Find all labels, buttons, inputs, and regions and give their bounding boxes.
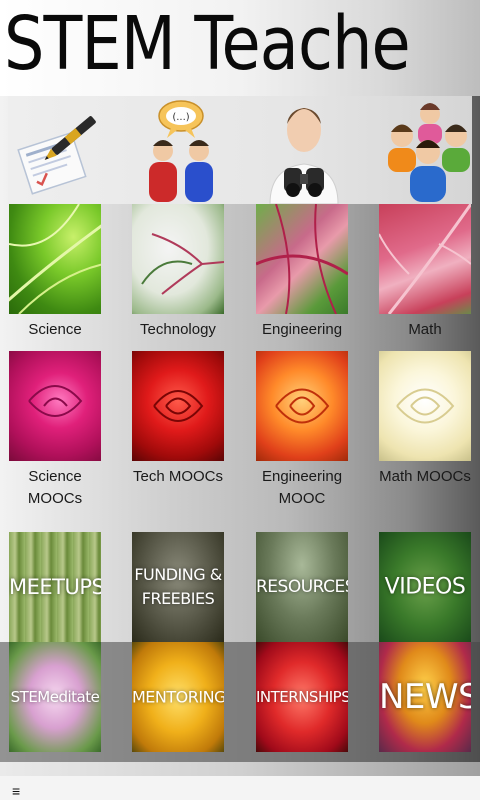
palm-image: RESOURCES [256, 532, 348, 642]
bottom-strip [0, 762, 480, 776]
icons-row: (...) [8, 96, 472, 205]
tile-resources[interactable]: RESOURCES [256, 532, 348, 642]
mooc-label: Math MOOCs [379, 468, 471, 485]
page-title: STEM Teachers [4, 1, 410, 87]
hamburger-menu-icon[interactable]: ≡ [12, 784, 20, 798]
funding-freebies-label: FUNDING & FREEBIES [134, 565, 222, 608]
bottom-bar: ≡ [0, 776, 480, 800]
resources-label: RESOURCES [256, 577, 348, 597]
leaf-image [132, 204, 224, 314]
subject-label: Engineering [261, 321, 343, 338]
rose-image [132, 351, 224, 461]
subject-label: Technology [140, 321, 216, 338]
lesson-plan-icon[interactable] [8, 96, 108, 204]
subject-label: Science [28, 321, 82, 338]
tile-engineering[interactable]: Engineering [256, 204, 348, 341]
internships-label: INTERNSHIPS [256, 688, 348, 706]
stemeditate-label: STEMeditate [10, 688, 100, 706]
leaf-image [256, 204, 348, 314]
tile-math[interactable]: Math [379, 204, 471, 341]
app-header: STEM Teachers [0, 0, 480, 96]
leaf-image [379, 204, 471, 314]
tile-funding-freebies[interactable]: FUNDING & FREEBIES [132, 532, 224, 642]
meetups-label: MEETUPS [9, 575, 101, 599]
tile-science[interactable]: Science [9, 204, 101, 341]
tulip-image: NEWS [379, 642, 471, 752]
tile-tech-moocs[interactable]: Tech MOOCs [132, 351, 224, 488]
tile-engineering-mooc[interactable]: Engineering MOOC [256, 351, 348, 510]
tile-videos[interactable]: VIDEOS [379, 532, 471, 642]
videos-label: VIDEOS [384, 574, 466, 600]
community-group-icon[interactable] [378, 96, 478, 204]
mooc-label: Tech MOOCs [132, 468, 223, 485]
tile-science-moocs[interactable]: Science MOOCs [9, 351, 101, 510]
leaf-image [9, 204, 101, 314]
rose-image [379, 351, 471, 461]
tile-math-moocs[interactable]: Math MOOCs [379, 351, 471, 488]
tropical-plants-image: VIDEOS [379, 532, 471, 642]
rose-image [9, 351, 101, 461]
subject-label: Math [408, 321, 442, 338]
tile-technology[interactable]: Technology [132, 204, 224, 341]
mooc-label: Science MOOCs [27, 468, 83, 507]
rose-image [256, 351, 348, 461]
tile-mentoring[interactable]: MENTORING [132, 642, 224, 752]
news-label: NEWS [379, 677, 471, 717]
tulip-image: STEMeditate [9, 642, 101, 752]
moss-tree-image: FUNDING & FREEBIES [132, 532, 224, 642]
mooc-label: Engineering MOOC [261, 468, 343, 507]
mentoring-label: MENTORING [132, 687, 224, 707]
binoculars-icon[interactable] [254, 96, 354, 205]
tile-news[interactable]: NEWS [379, 642, 471, 752]
discussion-icon[interactable]: (...) [131, 96, 231, 204]
tile-internships[interactable]: INTERNSHIPS [256, 642, 348, 752]
svg-text:(...): (...) [172, 112, 189, 123]
tile-meetups[interactable]: MEETUPS [9, 532, 101, 642]
tile-stemeditate[interactable]: STEMeditate [9, 642, 101, 752]
bamboo-image: MEETUPS [9, 532, 101, 642]
tulip-image: MENTORING [132, 642, 224, 752]
tulip-image: INTERNSHIPS [256, 642, 348, 752]
